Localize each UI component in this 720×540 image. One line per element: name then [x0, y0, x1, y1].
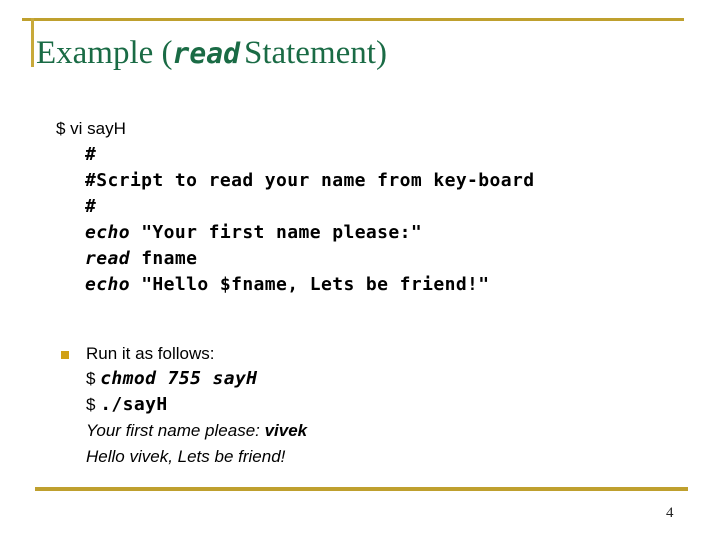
page-number: 4 — [666, 505, 674, 521]
code-line-prompt: $ vi sayH — [56, 116, 534, 142]
title-closing-paren: ) — [375, 35, 387, 71]
user-input-value: vivek — [264, 421, 308, 440]
title-keyword-read: read — [172, 37, 240, 70]
code-keyword: echo — [85, 222, 130, 243]
shell-prompt: $ — [86, 369, 101, 388]
output-greeting-text: Hello vivek, Lets be friend! — [86, 447, 286, 466]
script-code-block: $ vi sayH # #Script to read your name fr… — [56, 116, 534, 298]
code-keyword: echo — [85, 274, 130, 295]
vi-command-text: $ vi sayH — [56, 119, 126, 138]
execute-script-command-text: ./sayH — [100, 394, 168, 415]
script-output-line: Your first name please: vivek — [86, 418, 307, 444]
code-text: fname — [129, 248, 198, 269]
run-instructions-bullet: Run it as follows: $ chmod 755 sayH $ ./… — [61, 342, 307, 470]
script-output-line: Hello vivek, Lets be friend! — [86, 444, 307, 470]
bottom-accent-rule — [35, 487, 688, 491]
shell-prompt: $ — [86, 395, 101, 414]
run-command-line: $ chmod 755 sayH — [86, 366, 307, 392]
code-text: #Script to read your name from key-board — [85, 170, 535, 191]
code-line: #Script to read your name from key-board — [56, 168, 534, 194]
top-accent-rule — [22, 18, 684, 21]
bullet-heading: Run it as follows: — [86, 344, 215, 363]
title-prefix: Example ( — [36, 35, 173, 71]
slide-canvas: Example (read Statement) $ vi sayH # #Scr… — [0, 0, 720, 540]
code-text: # — [85, 196, 97, 217]
code-line: # — [56, 194, 534, 220]
code-line: echo "Your first name please:" — [56, 220, 534, 246]
code-line: read fname — [56, 246, 534, 272]
code-text: "Hello $fname, Lets be friend!" — [129, 274, 490, 295]
slide-title: Example (read Statement) — [36, 33, 387, 74]
title-suffix: Statement — [243, 35, 376, 71]
code-text: "Your first name please:" — [129, 222, 423, 243]
code-line: echo "Hello $fname, Lets be friend!" — [56, 272, 534, 298]
code-line: # — [56, 142, 534, 168]
run-command-line: $ ./sayH — [86, 392, 307, 418]
left-accent-rule — [31, 18, 34, 67]
bullet-body: Run it as follows: $ chmod 755 sayH $ ./… — [61, 342, 307, 470]
code-text: # — [85, 144, 97, 165]
output-prompt-text: Your first name please: — [86, 421, 265, 440]
chmod-command-text: chmod 755 sayH — [100, 368, 258, 389]
square-bullet-icon — [61, 351, 69, 359]
code-keyword: read — [85, 248, 130, 269]
